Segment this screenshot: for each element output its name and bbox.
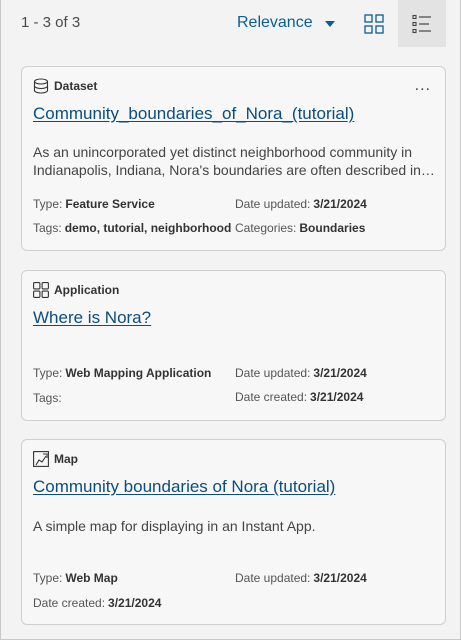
list-view-button[interactable] [398,0,446,47]
results-panel: 1 - 3 of 3 Relevance Dataset ... Communi… [0,0,461,640]
meta-created-value: 3/21/2024 [108,596,162,610]
meta-created-key: Date created: [235,390,308,404]
meta-date-updated: Date updated: 3/21/2024 [235,197,367,211]
meta-type-value: Feature Service [65,197,155,211]
result-card-application[interactable]: Application Where is Nora? Type: Web Mapp… [21,270,446,421]
meta-tags: Tags: [33,391,62,405]
meta-categories-value: Boundaries [299,221,366,235]
item-description: A simple map for displaying in an Instan… [33,518,316,534]
meta-tags: Tags: demo, tutorial, neighborhood [33,221,231,235]
item-title-link[interactable]: Community_boundaries_of_Nora_(tutorial) [33,104,354,124]
result-count: 1 - 3 of 3 [21,14,81,31]
meta-date-created: Date created: 3/21/2024 [33,596,161,610]
meta-type-value: Web Mapping Application [65,366,212,380]
meta-type-value: Web Map [65,571,118,585]
meta-created-key: Date created: [33,596,106,610]
meta-categories: Categories: Boundaries [235,221,365,235]
app-grid-icon [33,282,49,298]
meta-categories-key: Categories: [235,221,297,235]
meta-date-updated: Date updated: 3/21/2024 [235,366,367,380]
sort-dropdown[interactable]: Relevance [237,14,335,32]
grid-view-icon [364,13,384,34]
list-view-icon [412,14,431,33]
meta-updated-value: 3/21/2024 [313,571,367,585]
item-type: Dataset [33,78,97,94]
item-title-link[interactable]: Community boundaries of Nora (tutorial) [33,477,335,497]
meta-tags-key: Tags: [33,391,62,405]
item-type: Application [33,282,119,298]
meta-created-value: 3/21/2024 [310,390,364,404]
item-type: Map [33,451,78,467]
meta-updated-key: Date updated: [235,571,311,585]
result-card-dataset[interactable]: Dataset ... Community_boundaries_of_Nora… [21,66,446,251]
meta-type-key: Type: [33,197,63,211]
meta-date-created: Date created: 3/21/2024 [235,390,363,404]
more-options-button[interactable]: ... [415,78,431,94]
meta-updated-value: 3/21/2024 [313,197,367,211]
meta-type: Type: Web Map [33,571,118,585]
grid-view-button[interactable] [350,0,398,47]
meta-updated-key: Date updated: [235,366,311,380]
meta-type-key: Type: [33,366,63,380]
results-toolbar: 1 - 3 of 3 Relevance [1,0,461,47]
meta-type: Type: Feature Service [33,197,155,211]
sort-label: Relevance [237,14,313,31]
item-type-label: Dataset [54,79,98,93]
map-icon [33,451,49,467]
meta-updated-value: 3/21/2024 [313,366,367,380]
meta-updated-key: Date updated: [235,197,311,211]
result-card-map[interactable]: Map Community boundaries of Nora (tutori… [21,439,446,625]
meta-tags-value: demo, tutorial, neighborhood [64,221,232,235]
caret-down-icon [324,21,335,27]
item-description: As an unincorporated yet distinct neighb… [33,144,435,178]
item-type-label: Application [54,283,120,297]
meta-date-updated: Date updated: 3/21/2024 [235,571,367,585]
meta-type-key: Type: [33,571,63,585]
database-icon [33,78,49,94]
item-title-link[interactable]: Where is Nora? [33,308,151,328]
meta-type: Type: Web Mapping Application [33,366,211,380]
meta-tags-key: Tags: [33,221,62,235]
item-type-label: Map [54,452,78,466]
